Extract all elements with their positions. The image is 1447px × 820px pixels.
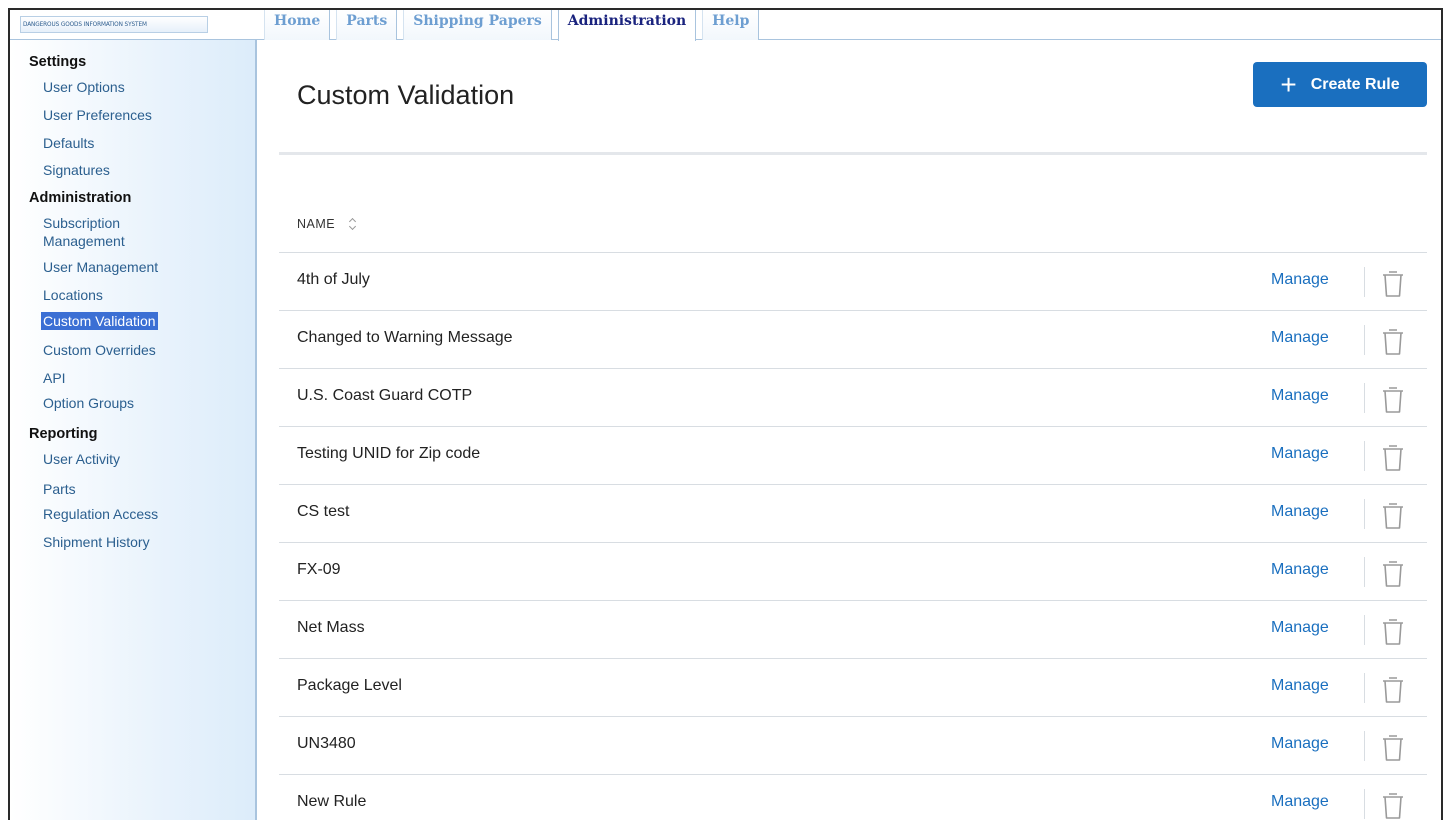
column-header-name[interactable]: NAME xyxy=(297,217,335,231)
manage-link[interactable]: Manage xyxy=(1271,445,1329,463)
sidebar-item-subscription-management[interactable]: Subscription Management xyxy=(43,214,153,250)
action-divider xyxy=(1364,383,1365,413)
create-rule-label: Create Rule xyxy=(1310,75,1400,93)
trash-icon[interactable] xyxy=(1381,268,1405,298)
manage-link[interactable]: Manage xyxy=(1271,677,1329,695)
sidebar-item-user-activity[interactable]: User Activity xyxy=(43,450,120,468)
sidebar-section-administration: Administration xyxy=(29,190,132,206)
sidebar-item-api[interactable]: API xyxy=(43,369,66,387)
rule-name: Changed to Warning Message xyxy=(297,329,513,346)
rule-name: Net Mass xyxy=(297,619,365,636)
rule-name: U.S. Coast Guard COTP xyxy=(297,387,473,404)
trash-icon[interactable] xyxy=(1381,616,1405,646)
sidebar: Settings User Options User Preferences D… xyxy=(10,40,257,820)
action-divider xyxy=(1364,557,1365,587)
trash-icon[interactable] xyxy=(1381,442,1405,472)
sidebar-item-defaults[interactable]: Defaults xyxy=(43,134,94,152)
rule-name: Testing UNID for Zip code xyxy=(297,445,481,462)
action-divider xyxy=(1364,731,1365,761)
rules-table: NAME 4th of July Manage Changed to Warni… xyxy=(279,195,1427,820)
trash-icon[interactable] xyxy=(1381,790,1405,820)
tab-administration[interactable]: Administration xyxy=(557,10,697,41)
rule-name: CS test xyxy=(297,503,350,520)
sidebar-item-custom-overrides[interactable]: Custom Overrides xyxy=(43,341,156,359)
sidebar-item-user-preferences[interactable]: User Preferences xyxy=(43,106,152,124)
rule-name: UN3480 xyxy=(297,735,356,752)
manage-link[interactable]: Manage xyxy=(1271,735,1329,753)
app-window: DANGEROUS GOODS INFORMATION SYSTEM Home … xyxy=(8,8,1443,820)
table-row: Changed to Warning Message Manage xyxy=(279,311,1427,369)
sort-icon[interactable] xyxy=(349,218,357,230)
action-divider xyxy=(1364,615,1365,645)
manage-link[interactable]: Manage xyxy=(1271,503,1329,521)
manage-link[interactable]: Manage xyxy=(1271,793,1329,811)
rule-name: 4th of July xyxy=(297,271,370,288)
sidebar-section-reporting: Reporting xyxy=(29,426,98,442)
table-row: 4th of July Manage xyxy=(279,253,1427,311)
tab-home[interactable]: Home xyxy=(264,10,331,40)
plus-icon: + xyxy=(1280,68,1297,100)
trash-icon[interactable] xyxy=(1381,500,1405,530)
sidebar-item-signatures[interactable]: Signatures xyxy=(43,161,110,179)
trash-icon[interactable] xyxy=(1381,674,1405,704)
trash-icon[interactable] xyxy=(1381,732,1405,762)
table-row: New Rule Manage xyxy=(279,775,1427,820)
action-divider xyxy=(1364,441,1365,471)
table-row: CS test Manage xyxy=(279,485,1427,543)
table-row: UN3480 Manage xyxy=(279,717,1427,775)
top-bar: DANGEROUS GOODS INFORMATION SYSTEM Home … xyxy=(10,10,1441,41)
table-row: FX-09 Manage xyxy=(279,543,1427,601)
sidebar-item-custom-validation[interactable]: Custom Validation xyxy=(41,312,158,330)
main-tabs: Home Parts Shipping Papers Administratio… xyxy=(264,10,765,41)
action-divider xyxy=(1364,673,1365,703)
sidebar-item-locations[interactable]: Locations xyxy=(43,286,103,304)
action-divider xyxy=(1364,789,1365,819)
rule-name: FX-09 xyxy=(297,561,341,578)
tab-parts[interactable]: Parts xyxy=(336,10,398,40)
table-row: Testing UNID for Zip code Manage xyxy=(279,427,1427,485)
trash-icon[interactable] xyxy=(1381,558,1405,588)
table-row: U.S. Coast Guard COTP Manage xyxy=(279,369,1427,427)
manage-link[interactable]: Manage xyxy=(1271,619,1329,637)
sidebar-item-parts[interactable]: Parts xyxy=(43,480,76,498)
table-row: Net Mass Manage xyxy=(279,601,1427,659)
page-title: Custom Validation xyxy=(297,80,515,110)
table-header: NAME xyxy=(279,195,1427,253)
tab-shipping-papers[interactable]: Shipping Papers xyxy=(403,10,552,40)
tab-help[interactable]: Help xyxy=(702,10,760,40)
sidebar-item-regulation-access[interactable]: Regulation Access xyxy=(43,505,158,523)
app-logo: DANGEROUS GOODS INFORMATION SYSTEM xyxy=(20,16,208,33)
main-content: Custom Validation + Create Rule NAME 4th… xyxy=(259,40,1441,820)
rule-name: New Rule xyxy=(297,793,367,810)
sidebar-item-option-groups[interactable]: Option Groups xyxy=(43,394,134,412)
header-divider xyxy=(279,152,1427,155)
manage-link[interactable]: Manage xyxy=(1271,329,1329,347)
manage-link[interactable]: Manage xyxy=(1271,271,1329,289)
rule-name: Package Level xyxy=(297,677,402,694)
trash-icon[interactable] xyxy=(1381,326,1405,356)
action-divider xyxy=(1364,267,1365,297)
manage-link[interactable]: Manage xyxy=(1271,561,1329,579)
create-rule-button[interactable]: + Create Rule xyxy=(1253,62,1427,107)
sidebar-item-shipment-history[interactable]: Shipment History xyxy=(43,533,150,551)
sidebar-section-settings: Settings xyxy=(29,54,87,70)
trash-icon[interactable] xyxy=(1381,384,1405,414)
action-divider xyxy=(1364,499,1365,529)
table-row: Package Level Manage xyxy=(279,659,1427,717)
manage-link[interactable]: Manage xyxy=(1271,387,1329,405)
sidebar-item-user-options[interactable]: User Options xyxy=(43,78,125,96)
action-divider xyxy=(1364,325,1365,355)
sidebar-item-user-management[interactable]: User Management xyxy=(43,258,158,276)
